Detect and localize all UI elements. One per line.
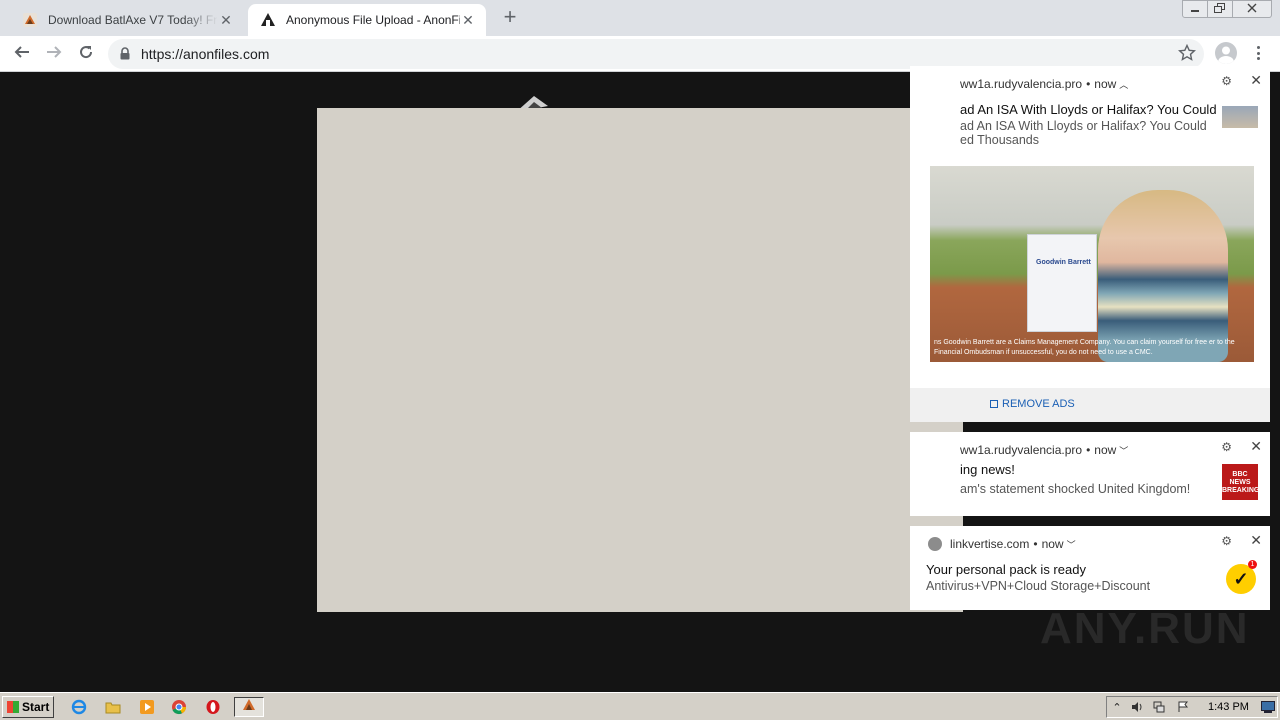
notification-header: ww1a.rudyvalencia.pro • now ﹀	[960, 443, 1129, 457]
tab-close-icon[interactable]: ✕	[218, 12, 234, 28]
tab-batlaxe[interactable]: Download BatlAxe V7 Today! Free Sp ✕	[10, 4, 244, 36]
notification-header: linkvertise.com • now ﹀	[950, 537, 1076, 551]
notification-body: ad An ISA With Lloyds or Halifax? You Co…	[960, 119, 1207, 147]
notification-body: Antivirus+VPN+Cloud Storage+Discount	[926, 579, 1151, 593]
network-icon[interactable]	[1153, 701, 1165, 713]
notification-isa-ad[interactable]: ww1a.rudyvalencia.pro • now ︿ ⚙ ✕ ad An ISA…	[910, 66, 1270, 422]
ad-caption: ns Goodwin Barrett are a Claims Manageme…	[934, 339, 1235, 356]
notification-ad-image[interactable]: Goodwin Barrett ns Goodwin Barrett are a…	[930, 166, 1254, 362]
notification-time: now	[1094, 443, 1117, 457]
back-arrow-icon	[14, 44, 30, 65]
settings-gear-icon[interactable]: ⚙	[1221, 534, 1232, 548]
folder-icon[interactable]	[102, 697, 124, 717]
batlaxe-icon	[22, 12, 38, 28]
remove-ads-label: REMOVE ADS	[1002, 398, 1075, 410]
minimize-button[interactable]	[1182, 0, 1208, 18]
chevron-down-icon[interactable]: ﹀	[1067, 540, 1076, 550]
person-image	[1098, 190, 1228, 362]
brochure-image: Goodwin Barrett	[1027, 234, 1097, 332]
notification-close-icon[interactable]: ✕	[1250, 438, 1262, 455]
url-text: https://anonfiles.com	[141, 46, 270, 62]
notification-title: ing news!	[960, 462, 1015, 477]
internet-explorer-icon[interactable]	[68, 697, 90, 717]
chrome-icon[interactable]	[168, 697, 190, 717]
start-label: Start	[22, 700, 50, 714]
volume-icon[interactable]	[1131, 701, 1143, 713]
notification-close-icon[interactable]: ✕	[1250, 532, 1262, 549]
notification-source: linkvertise.com	[950, 537, 1030, 551]
notification-linkvertise[interactable]: linkvertise.com • now ﹀ ⚙ ✕ Your personal p…	[910, 526, 1270, 610]
batlaxe-icon	[241, 697, 257, 718]
windows-taskbar: Start ⌃ 1:43 PM	[0, 692, 1280, 720]
forward-arrow-icon	[46, 44, 62, 65]
maximize-button[interactable]	[1207, 0, 1233, 18]
address-bar[interactable]: https://anonfiles.com	[108, 39, 1204, 69]
back-button[interactable]	[10, 42, 34, 66]
tab-title: Anonymous File Upload - AnonFiles	[286, 13, 460, 27]
notification-source: ww1a.rudyvalencia.pro	[960, 77, 1083, 91]
anonfiles-icon	[260, 12, 276, 28]
tab-anonfiles[interactable]: Anonymous File Upload - AnonFiles ✕	[248, 4, 486, 36]
start-button[interactable]: Start	[2, 696, 54, 718]
reload-button[interactable]	[74, 42, 98, 66]
notification-source: ww1a.rudyvalencia.pro	[960, 443, 1083, 457]
tab-title: Download BatlAxe V7 Today! Free Sp	[48, 13, 218, 27]
watermark: ANY.RUN	[1040, 604, 1250, 653]
settings-gear-icon[interactable]: ⚙	[1221, 440, 1232, 454]
chevron-up-icon[interactable]: ︿	[1119, 80, 1128, 90]
bookmark-star-icon[interactable]	[1177, 43, 1197, 67]
opera-icon[interactable]	[202, 697, 224, 717]
forward-button[interactable]	[42, 42, 66, 66]
notification-title: ad An ISA With Lloyds or Halifax? You Co…	[960, 102, 1217, 117]
tab-close-icon[interactable]: ✕	[460, 12, 476, 28]
batlaxe-taskbar-button[interactable]	[234, 697, 264, 717]
brochure-brand: Goodwin Barrett	[1036, 259, 1091, 266]
notification-header: ww1a.rudyvalencia.pro • now ︿	[960, 77, 1129, 91]
remove-ads-link[interactable]: REMOVE ADS	[990, 398, 1075, 410]
notification-footer: REMOVE ADS	[910, 388, 1270, 422]
maximize-icon	[1214, 0, 1226, 18]
lock-icon	[120, 47, 130, 65]
notification-breaking-news[interactable]: ww1a.rudyvalencia.pro • now ﹀ ⚙ ✕ ing news!…	[910, 432, 1270, 516]
tray-expand-icon[interactable]: ⌃	[1111, 701, 1123, 714]
taskbar-clock[interactable]: 1:43 PM	[1208, 701, 1249, 713]
tab-strip: Download BatlAxe V7 Today! Free Sp ✕ Ano…	[0, 0, 1280, 36]
windows-logo-icon	[7, 701, 19, 713]
media-player-icon[interactable]	[136, 697, 158, 717]
chrome-app-icon	[928, 537, 942, 551]
browser-menu-icon[interactable]	[1250, 44, 1266, 62]
reload-icon	[78, 44, 94, 65]
window-close-button[interactable]	[1232, 0, 1272, 18]
notification-close-icon[interactable]: ✕	[1250, 72, 1262, 89]
new-tab-button[interactable]: +	[498, 6, 522, 30]
notification-body: am's statement shocked United Kingdom!	[960, 482, 1191, 496]
notification-thumbnail	[1222, 106, 1258, 128]
blank-dialog-panel	[317, 108, 963, 612]
show-desktop-icon[interactable]	[1261, 701, 1275, 713]
notification-time: now	[1094, 77, 1117, 91]
settings-gear-icon[interactable]: ⚙	[1221, 74, 1232, 88]
notification-badge: 1	[1248, 560, 1257, 569]
chevron-down-icon[interactable]: ﹀	[1119, 446, 1128, 456]
notification-title: Your personal pack is ready	[926, 562, 1086, 577]
notification-time: now	[1041, 537, 1064, 551]
action-center-flag-icon[interactable]	[1177, 701, 1189, 713]
minimize-icon	[1190, 0, 1200, 18]
profile-avatar-icon[interactable]	[1215, 42, 1237, 64]
close-icon	[1247, 0, 1257, 18]
checkbox-icon	[990, 400, 998, 408]
system-tray: ⌃ 1:43 PM	[1106, 696, 1278, 718]
bbc-news-thumbnail: BBC NEWS BREAKING	[1222, 464, 1259, 500]
